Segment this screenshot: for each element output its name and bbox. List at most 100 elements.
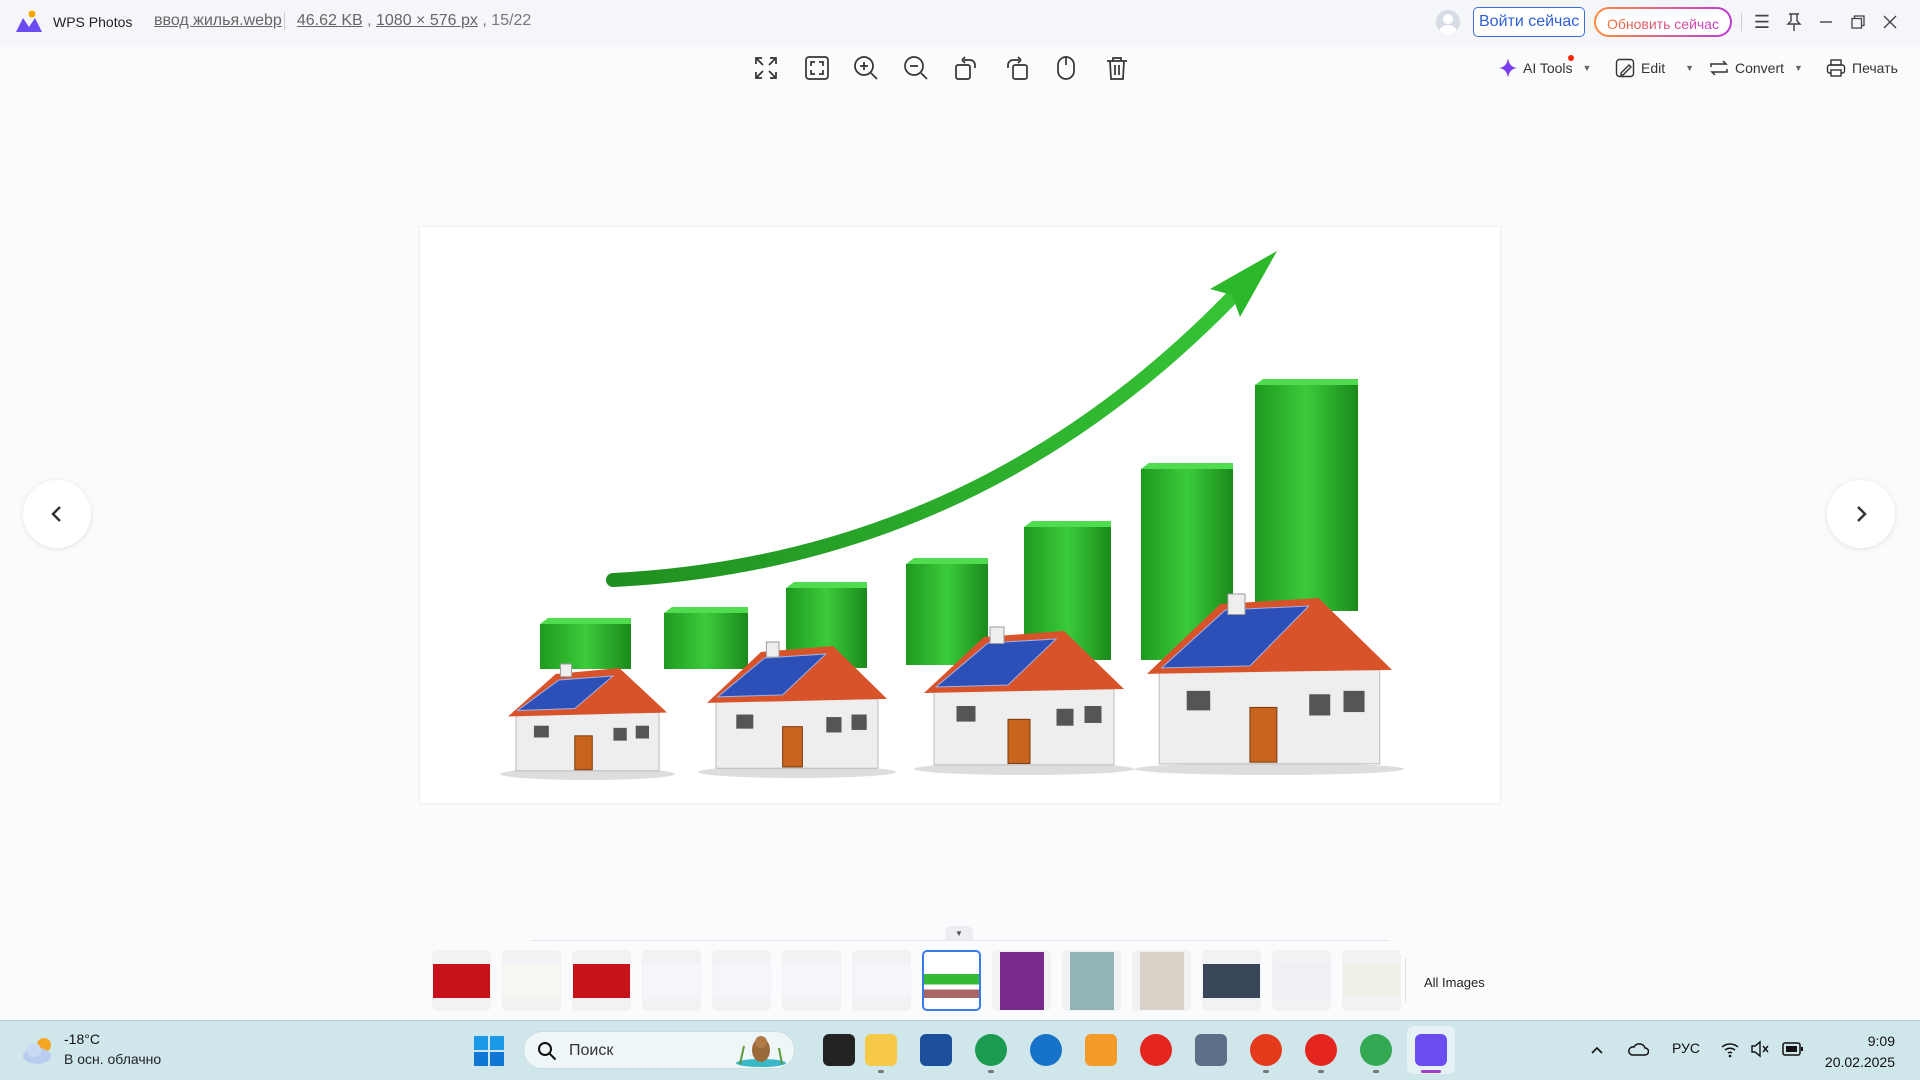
wps-photos-logo-icon xyxy=(16,10,42,32)
thumbnail-image xyxy=(999,951,1044,1010)
thumbnail[interactable] xyxy=(852,950,911,1011)
green-bar xyxy=(540,624,631,669)
menu-icon[interactable]: ☰ xyxy=(1748,8,1776,36)
scanner-app-icon[interactable] xyxy=(1195,1034,1227,1066)
convert-button[interactable]: Convert ▼ xyxy=(1709,56,1803,80)
thumbnail[interactable] xyxy=(1132,950,1191,1011)
convert-label: Convert xyxy=(1735,60,1785,76)
next-image-button[interactable] xyxy=(1827,480,1895,548)
photo-viewer-image[interactable] xyxy=(420,227,1500,803)
minimize-icon[interactable] xyxy=(1812,8,1840,36)
bar-top xyxy=(1255,379,1358,385)
thumbnail[interactable] xyxy=(782,950,841,1011)
thumbnail[interactable] xyxy=(432,950,491,1011)
all-images-button[interactable]: All Images xyxy=(1424,975,1485,990)
active-indicator xyxy=(1421,1070,1441,1073)
chevron-up-icon[interactable] xyxy=(1589,1042,1605,1058)
upgrade-button[interactable]: Обновить сейчас xyxy=(1594,7,1732,37)
volume-muted-icon[interactable] xyxy=(1750,1040,1770,1058)
whatsapp-icon[interactable] xyxy=(975,1034,1007,1066)
print-label: Печать xyxy=(1852,60,1898,76)
thumbnail[interactable] xyxy=(502,950,561,1011)
rotate-left-icon[interactable] xyxy=(952,54,980,82)
thumbnail[interactable] xyxy=(712,950,771,1011)
thumbnail-image xyxy=(433,963,490,998)
file-info: ввод жилья.webp 46.62 KB , 1080 × 576 px … xyxy=(154,12,532,30)
thumbnail[interactable] xyxy=(572,950,631,1011)
battery-icon[interactable] xyxy=(1782,1041,1804,1057)
language-indicator[interactable]: РУС xyxy=(1672,1040,1700,1056)
thumbnail-image xyxy=(503,963,560,998)
windows-start-icon[interactable] xyxy=(474,1036,504,1066)
thumbnail-image xyxy=(1069,951,1114,1010)
login-button[interactable]: Войти сейчас xyxy=(1473,7,1586,37)
edit-icon xyxy=(1615,58,1635,78)
yandex-browser-icon[interactable] xyxy=(1140,1034,1172,1066)
thumbnail[interactable] xyxy=(1342,950,1401,1011)
search-highlight-otter-icon xyxy=(736,1036,786,1067)
thumbnail[interactable] xyxy=(1202,950,1261,1011)
caret-down-icon: ▼ xyxy=(1582,63,1592,73)
thumbnail-image xyxy=(783,963,840,998)
thumbnail[interactable] xyxy=(992,950,1051,1011)
chrome-icon[interactable] xyxy=(1360,1034,1392,1066)
pin-icon[interactable] xyxy=(1780,8,1808,36)
weather-cloudy-icon[interactable] xyxy=(20,1034,58,1066)
sparkle-icon xyxy=(1499,58,1517,78)
running-indicator xyxy=(1263,1070,1269,1073)
edge-icon[interactable] xyxy=(1030,1034,1062,1066)
thumbnail-image xyxy=(1203,963,1260,998)
user-avatar[interactable] xyxy=(1436,10,1460,34)
green-bar xyxy=(1255,385,1358,611)
filmstrip-divider xyxy=(530,940,1390,941)
bar-top xyxy=(786,582,867,588)
thumbnail-image xyxy=(1343,963,1400,998)
ai-tools-button[interactable]: AI Tools ▼ xyxy=(1499,56,1591,80)
edit-button[interactable]: Edit ▼ xyxy=(1615,56,1694,80)
taskbar-search-input[interactable]: Поиск xyxy=(523,1031,795,1069)
notification-dot xyxy=(1568,55,1574,61)
task-view-icon[interactable] xyxy=(823,1034,855,1066)
thumbnail[interactable] xyxy=(1062,950,1121,1011)
bar-top xyxy=(906,558,988,564)
delete-icon[interactable] xyxy=(1103,54,1131,82)
wps-photos-icon[interactable] xyxy=(1415,1034,1447,1066)
running-indicator xyxy=(878,1070,884,1073)
weather-temperature: -18°C xyxy=(64,1031,100,1047)
collapse-filmstrip-button[interactable]: ▼ xyxy=(945,926,973,940)
wps-office-icon[interactable] xyxy=(1250,1034,1282,1066)
rotate-right-icon[interactable] xyxy=(1003,54,1031,82)
thumbnail-image xyxy=(924,963,979,998)
fullscreen-icon[interactable] xyxy=(752,54,780,82)
thumbnail[interactable] xyxy=(642,950,701,1011)
yandex-app-icon[interactable] xyxy=(1305,1034,1337,1066)
file-name[interactable]: ввод жилья.webp xyxy=(154,12,282,29)
onedrive-cloud-icon[interactable] xyxy=(1627,1040,1649,1058)
zoom-in-icon[interactable] xyxy=(852,54,880,82)
clock[interactable]: 9:09 20.02.2025 xyxy=(1825,1031,1895,1073)
previous-image-button[interactable] xyxy=(23,480,91,548)
thumbnail[interactable] xyxy=(922,950,981,1011)
mail-icon[interactable] xyxy=(1085,1034,1117,1066)
bar-top xyxy=(540,618,631,624)
file-explorer-icon[interactable] xyxy=(865,1034,897,1066)
close-icon[interactable] xyxy=(1876,8,1904,36)
running-indicator xyxy=(1318,1070,1324,1073)
zoom-out-icon[interactable] xyxy=(902,54,930,82)
chevron-right-icon xyxy=(1857,506,1867,522)
chevron-left-icon xyxy=(51,506,61,522)
file-size[interactable]: 46.62 KB xyxy=(297,12,363,29)
thumbnail-image xyxy=(1273,963,1330,998)
bar-top xyxy=(1141,463,1233,469)
search-placeholder: Поиск xyxy=(569,1042,614,1059)
restore-icon[interactable] xyxy=(1844,8,1872,36)
divider xyxy=(283,12,285,30)
mouse-icon[interactable] xyxy=(1052,54,1080,82)
upgrade-label: Обновить сейчас xyxy=(1607,16,1719,32)
print-button[interactable]: Печать xyxy=(1826,56,1898,80)
wifi-icon[interactable] xyxy=(1720,1040,1740,1058)
file-dimensions[interactable]: 1080 × 576 px xyxy=(376,12,478,29)
thumbnail[interactable] xyxy=(1272,950,1331,1011)
microsoft-store-icon[interactable] xyxy=(920,1034,952,1066)
fit-window-icon[interactable] xyxy=(803,54,831,82)
